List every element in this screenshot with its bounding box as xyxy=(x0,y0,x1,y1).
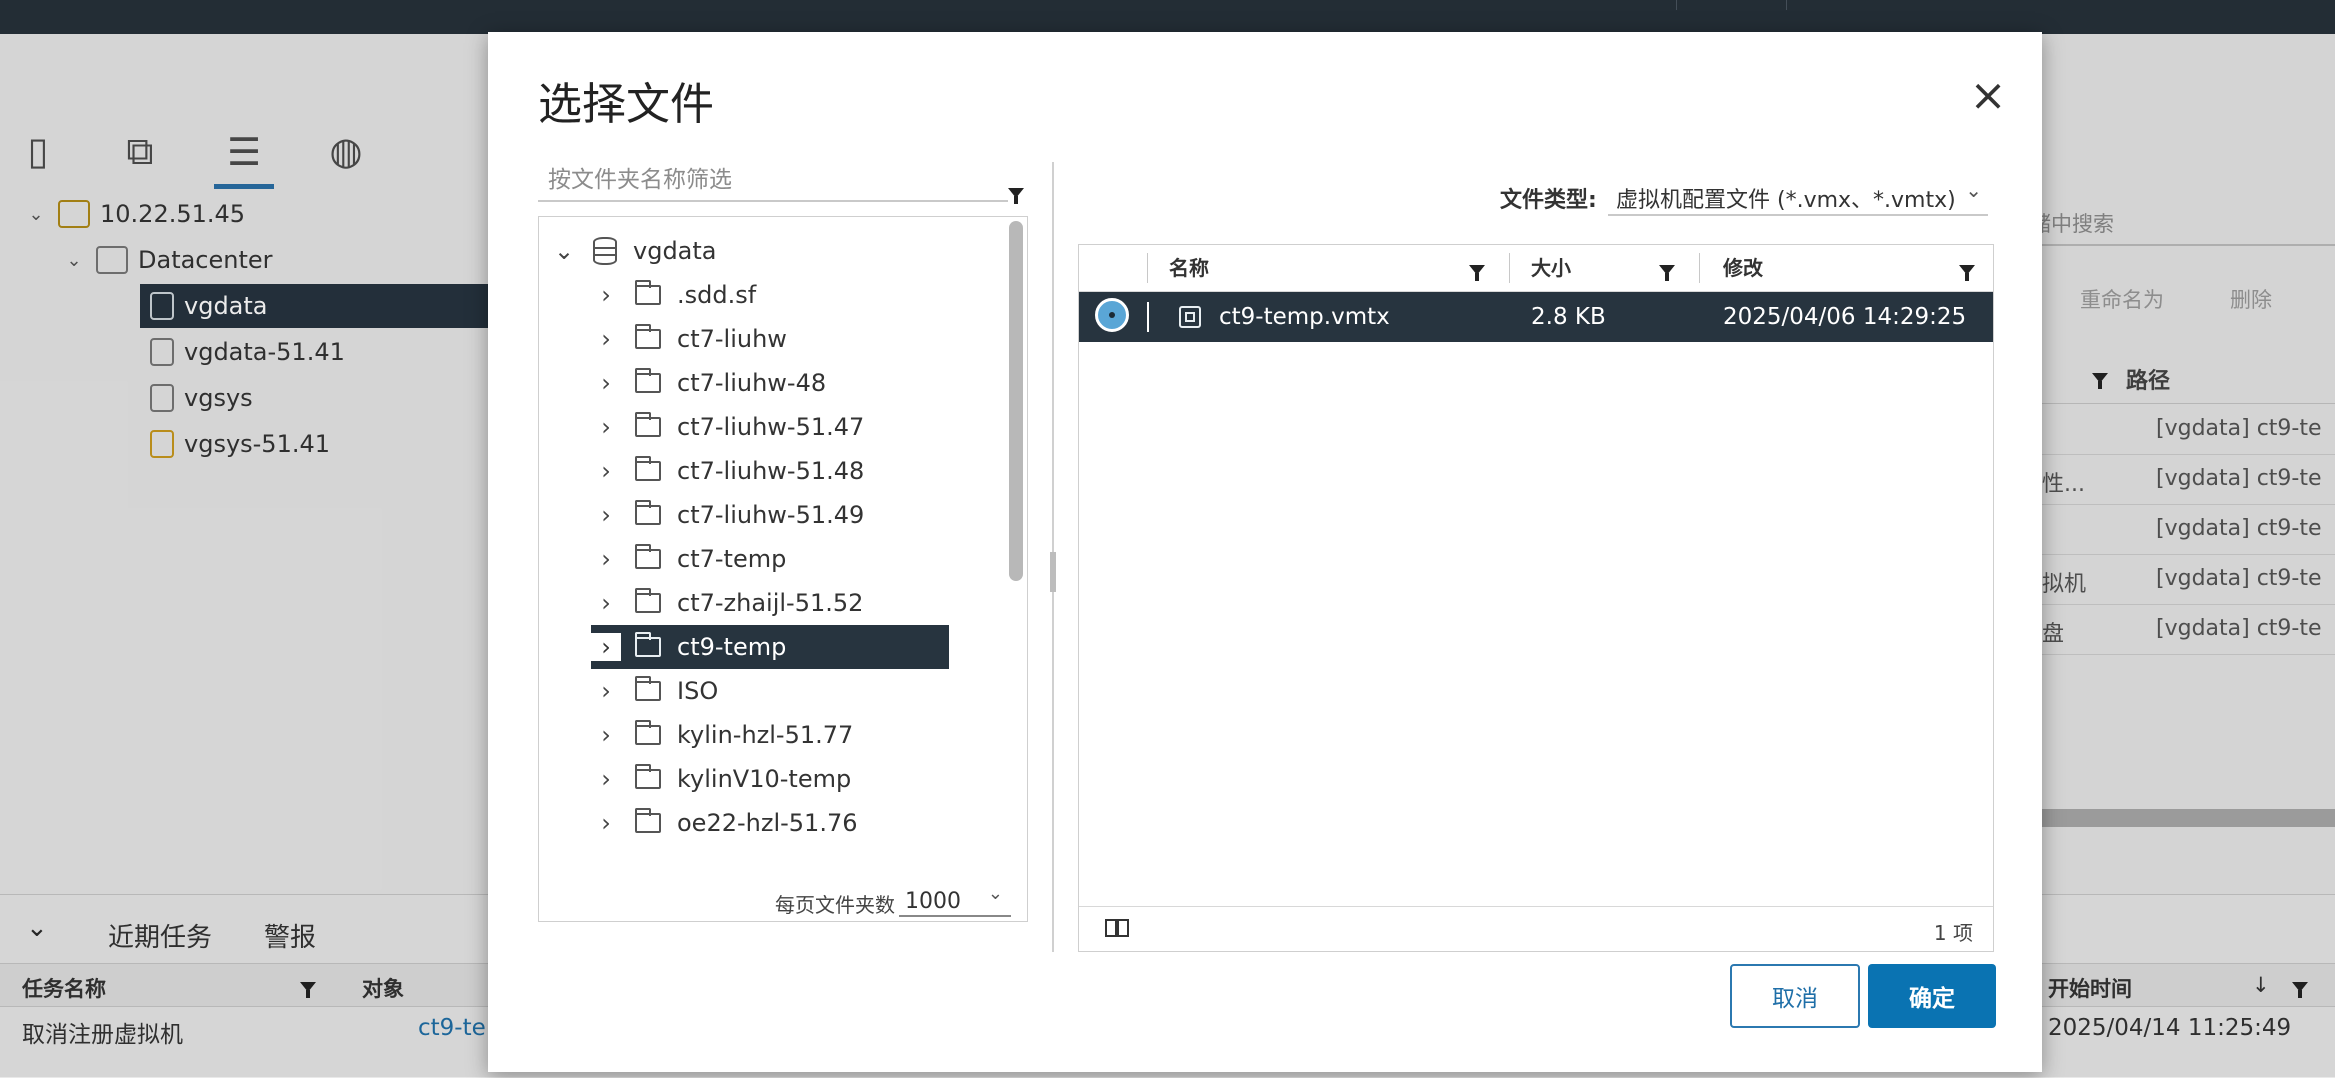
tree-footer: 每页文件夹数 1000 ⌄ xyxy=(539,879,1027,921)
datastore-icon xyxy=(593,237,617,265)
tree-scrollbar[interactable] xyxy=(1009,221,1023,581)
folder-label: ct7-liuhw-51.48 xyxy=(677,457,865,485)
tree-root-vgdata[interactable]: ⌄ vgdata xyxy=(549,229,717,273)
chevron-right-icon[interactable]: › xyxy=(591,545,621,573)
column-name[interactable]: 名称 xyxy=(1169,245,1209,291)
folder-item[interactable]: › ct7-liuhw xyxy=(591,317,787,361)
close-icon[interactable]: × xyxy=(1968,74,2008,118)
folder-icon xyxy=(635,808,661,833)
folder-icon xyxy=(635,324,661,349)
chevron-right-icon[interactable]: › xyxy=(591,281,621,309)
folder-icon xyxy=(635,764,661,789)
filter-icon[interactable] xyxy=(1469,265,1485,281)
folder-item[interactable]: › .sdd.sf xyxy=(591,273,756,317)
folder-icon xyxy=(635,368,661,393)
column-modified[interactable]: 修改 xyxy=(1723,245,1763,291)
vm-template-icon xyxy=(1179,306,1201,328)
folder-label: ct7-liuhw xyxy=(677,325,787,353)
folder-label: oe22-hzl-51.76 xyxy=(677,809,858,837)
file-type-label: 文件类型: xyxy=(1500,188,1597,213)
folder-item[interactable]: › oe22-hzl-51.76 xyxy=(591,801,858,845)
chevron-right-icon[interactable]: › xyxy=(591,721,621,749)
folder-label: ct7-zhaijl-51.52 xyxy=(677,589,864,617)
chevron-right-icon[interactable]: › xyxy=(591,325,621,353)
ok-button[interactable]: 确定 xyxy=(1868,964,1996,1028)
folder-icon xyxy=(635,632,661,657)
file-row-selected[interactable]: ct9-temp.vmtx 2.8 KB 2025/04/06 14:29:25 xyxy=(1079,292,1993,342)
column-size[interactable]: 大小 xyxy=(1531,245,1571,291)
folder-item[interactable]: › ct7-temp xyxy=(591,537,786,581)
folder-icon xyxy=(635,280,661,305)
folder-label: kylinV10-temp xyxy=(677,765,852,793)
file-modified: 2025/04/06 14:29:25 xyxy=(1723,304,1967,330)
folder-icon xyxy=(635,544,661,569)
column-divider xyxy=(1147,253,1148,283)
file-grid: 名称 大小 修改 ct9-temp.vmtx 2.8 KB 2025/04/06… xyxy=(1078,244,1994,952)
file-type-value: 虚拟机配置文件 (*.vmx、*.vmtx) xyxy=(1616,188,1956,213)
file-name: ct9-temp.vmtx xyxy=(1219,304,1390,330)
chevron-right-icon[interactable]: › xyxy=(591,677,621,705)
splitter-handle[interactable] xyxy=(1050,552,1056,592)
filter-icon[interactable] xyxy=(1659,265,1675,281)
pane-splitter[interactable] xyxy=(1050,162,1056,952)
folder-icon xyxy=(635,588,661,613)
file-grid-header: 名称 大小 修改 xyxy=(1079,245,1993,292)
chevron-right-icon[interactable]: › xyxy=(591,501,621,529)
folder-label: ct9-temp xyxy=(677,633,787,661)
chevron-down-icon[interactable]: ⌄ xyxy=(549,237,579,265)
folder-icon xyxy=(635,676,661,701)
folder-item-selected[interactable]: › ct9-temp xyxy=(591,625,949,669)
chevron-right-icon[interactable]: › xyxy=(591,369,621,397)
item-count: 1 项 xyxy=(1933,921,1973,945)
chevron-down-icon: ⌄ xyxy=(987,883,1003,904)
column-divider xyxy=(1699,253,1700,283)
folder-item[interactable]: › kylin-hzl-51.77 xyxy=(591,713,853,757)
folder-label: ct7-liuhw-51.47 xyxy=(677,413,865,441)
folder-icon xyxy=(635,456,661,481)
folder-label: .sdd.sf xyxy=(677,281,757,309)
folder-filter-input[interactable] xyxy=(538,160,1008,202)
chevron-right-icon[interactable]: › xyxy=(591,457,621,485)
dialog-title: 选择文件 xyxy=(538,79,714,130)
chevron-down-icon: ⌄ xyxy=(1965,178,1982,202)
folder-item[interactable]: › kylinV10-temp xyxy=(591,757,851,801)
folder-item[interactable]: › ct7-liuhw-48 xyxy=(591,361,826,405)
folder-item[interactable]: › ct7-liuhw-51.49 xyxy=(591,493,864,537)
folder-label: ct7-temp xyxy=(677,545,787,573)
cancel-button[interactable]: 取消 xyxy=(1730,964,1860,1028)
file-size: 2.8 KB xyxy=(1531,304,1606,330)
chevron-right-icon[interactable]: › xyxy=(591,633,621,661)
file-grid-footer: 1 项 xyxy=(1079,906,1993,951)
select-file-dialog: 选择文件 × ⌄ vgdata › .sdd.sf › ct7-liuhw › ct7… xyxy=(488,32,2042,1072)
column-divider xyxy=(1509,253,1510,283)
per-page-label: 每页文件夹数 xyxy=(775,893,895,917)
chevron-right-icon[interactable]: › xyxy=(591,809,621,837)
chevron-right-icon[interactable]: › xyxy=(591,589,621,617)
file-type-select[interactable]: 虚拟机配置文件 (*.vmx、*.vmtx) ⌄ xyxy=(1608,172,1988,216)
tree-root-label: vgdata xyxy=(633,237,717,265)
folder-icon xyxy=(635,500,661,525)
folder-item[interactable]: › ct7-liuhw-51.48 xyxy=(591,449,864,493)
folder-label: kylin-hzl-51.77 xyxy=(677,721,854,749)
folder-icon xyxy=(635,720,661,745)
per-page-select[interactable]: 1000 ⌄ xyxy=(899,883,1011,917)
filter-icon[interactable] xyxy=(1959,265,1975,281)
folder-label: ct7-liuhw-51.49 xyxy=(677,501,865,529)
folder-item[interactable]: › ISO xyxy=(591,669,718,713)
folder-tree: ⌄ vgdata › .sdd.sf › ct7-liuhw › ct7-liuhw-… xyxy=(538,216,1028,922)
chevron-right-icon[interactable]: › xyxy=(591,413,621,441)
filter-icon[interactable] xyxy=(1008,188,1024,204)
row-radio-selected[interactable] xyxy=(1095,298,1129,332)
folder-item[interactable]: › ct7-zhaijl-51.52 xyxy=(591,581,863,625)
folder-item[interactable]: › ct7-liuhw-51.47 xyxy=(591,405,864,449)
column-divider xyxy=(1147,302,1149,332)
chevron-right-icon[interactable]: › xyxy=(591,765,621,793)
folder-icon xyxy=(635,412,661,437)
per-page-value: 1000 xyxy=(905,889,961,914)
folder-label: ct7-liuhw-48 xyxy=(677,369,827,397)
column-toggle-icon[interactable] xyxy=(1105,919,1129,937)
folder-label: ISO xyxy=(677,677,719,705)
